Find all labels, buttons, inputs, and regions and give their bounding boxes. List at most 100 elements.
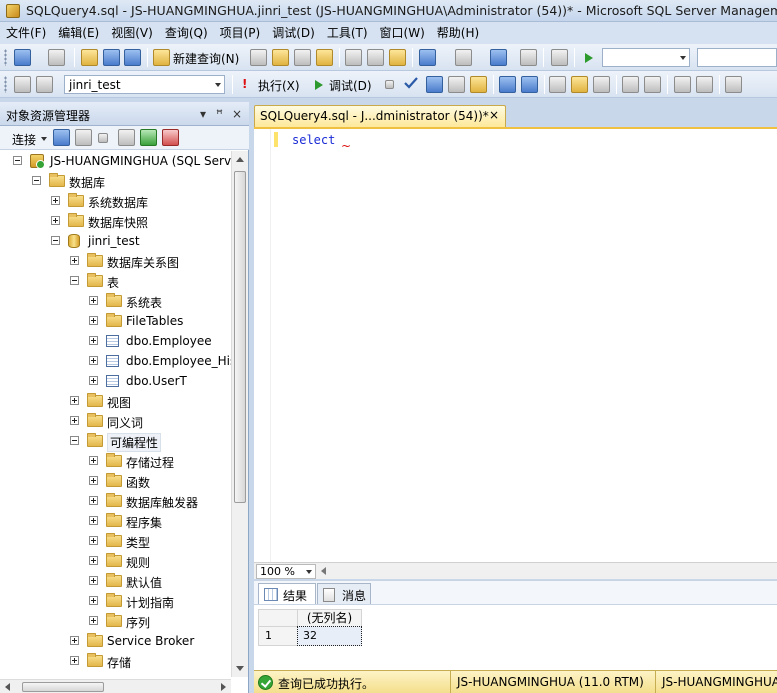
expand-icon[interactable]	[51, 196, 60, 205]
tree-node-label[interactable]: 计划指南	[126, 594, 174, 611]
new-query-button[interactable]: 新建查询(N)	[173, 50, 239, 67]
search-combo[interactable]	[697, 48, 777, 67]
navigate-backward-icon[interactable]	[490, 49, 507, 66]
tree-node[interactable]: 视图	[0, 391, 231, 411]
tree-node[interactable]: dbo.UserT	[0, 371, 231, 391]
collapse-icon[interactable]	[32, 176, 41, 185]
comment-icon[interactable]	[622, 76, 639, 93]
tree-node-label[interactable]: 程序集	[126, 514, 162, 531]
decrease-indent-icon[interactable]	[674, 76, 691, 93]
database-select[interactable]: jinri_test	[64, 75, 225, 94]
expand-icon[interactable]	[70, 416, 79, 425]
save-icon[interactable]	[103, 49, 120, 66]
disconnect-icon[interactable]	[75, 129, 92, 146]
query-text[interactable]: select	[292, 133, 335, 147]
expand-icon[interactable]	[70, 256, 79, 265]
tree-horizontal-scrollbar[interactable]	[0, 679, 231, 693]
tree-node[interactable]: FileTables	[0, 311, 231, 331]
tree-node-label[interactable]: 数据库快照	[88, 214, 148, 231]
tree-node-label[interactable]: Service Broker	[107, 634, 194, 648]
window-position-icon[interactable]: ▾	[200, 107, 206, 121]
dmx-query-icon[interactable]	[294, 49, 311, 66]
tree-node[interactable]: 数据库	[0, 171, 231, 191]
tree-node-label[interactable]: 默认值	[126, 574, 162, 591]
tree-node[interactable]: 可编程性	[0, 431, 231, 452]
tree-node[interactable]: 序列	[0, 611, 231, 631]
connect-button[interactable]: 连接	[12, 131, 36, 148]
mdx-query-icon[interactable]	[272, 49, 289, 66]
connect-object-explorer-icon[interactable]	[53, 129, 70, 146]
menu-project[interactable]: 项目(P)	[214, 22, 267, 44]
activity-monitor-icon[interactable]	[551, 49, 568, 66]
scroll-thumb[interactable]	[234, 171, 246, 503]
expand-icon[interactable]	[89, 296, 98, 305]
scroll-left-icon[interactable]	[5, 683, 10, 691]
stop-icon[interactable]	[385, 80, 394, 89]
expand-icon[interactable]	[70, 396, 79, 405]
expand-icon[interactable]	[70, 636, 79, 645]
toolbar-grip[interactable]	[4, 76, 7, 93]
tree-node[interactable]: jinri_test	[0, 231, 231, 251]
tree-node[interactable]: dbo.Employee_History	[0, 351, 231, 371]
tree-node-label[interactable]: JS-HUANGMINGHUA (SQL Server 11.0.2100	[50, 154, 231, 168]
refresh-icon[interactable]	[140, 129, 157, 146]
expand-icon[interactable]	[89, 556, 98, 565]
document-tab[interactable]: SQLQuery4.sql - J...dministrator (54))* …	[254, 105, 506, 127]
collapse-icon[interactable]	[51, 236, 60, 245]
tree-node[interactable]: 系统数据库	[0, 191, 231, 211]
tab-results[interactable]: 结果	[258, 583, 316, 605]
tree-node[interactable]: 系统表	[0, 291, 231, 311]
connect-icon[interactable]	[14, 76, 31, 93]
toolbar-grip[interactable]	[4, 49, 7, 66]
tree-node[interactable]: 数据库关系图	[0, 251, 231, 271]
tree-node[interactable]: 同义词	[0, 411, 231, 431]
menu-tools[interactable]: 工具(T)	[321, 22, 374, 44]
expand-icon[interactable]	[89, 616, 98, 625]
expand-icon[interactable]	[89, 536, 98, 545]
zoom-select[interactable]: 100 %	[256, 564, 316, 579]
expand-icon[interactable]	[89, 596, 98, 605]
tree-node-label[interactable]: dbo.Employee	[126, 334, 212, 348]
tree-vertical-scrollbar[interactable]	[231, 151, 248, 677]
tree-node-label[interactable]: 数据库	[69, 174, 105, 191]
expand-icon[interactable]	[89, 376, 98, 385]
query-editor[interactable]: select ~	[254, 127, 777, 562]
tree-node-label[interactable]: 函数	[126, 474, 150, 491]
add-item-icon[interactable]	[48, 49, 65, 66]
column-header[interactable]: (无列名)	[297, 609, 362, 627]
tree-node[interactable]: 存储	[0, 651, 231, 671]
scroll-right-icon[interactable]	[221, 683, 226, 691]
tree-node-label[interactable]: 视图	[107, 394, 131, 411]
result-cell[interactable]: 32	[297, 626, 362, 646]
xmla-query-icon[interactable]	[316, 49, 333, 66]
solution-config-combo[interactable]	[602, 48, 690, 67]
db-engine-query-icon[interactable]	[250, 49, 267, 66]
collapse-all-icon[interactable]	[162, 129, 179, 146]
execute-icon[interactable]: !	[242, 77, 247, 91]
menu-edit[interactable]: 编辑(E)	[52, 22, 105, 44]
row-number[interactable]: 1	[258, 626, 298, 646]
expand-icon[interactable]	[89, 336, 98, 345]
tree-node[interactable]: Service Broker	[0, 631, 231, 651]
menu-debug[interactable]: 调试(D)	[266, 22, 321, 44]
tree-node[interactable]: 数据库触发器	[0, 491, 231, 511]
close-icon[interactable]: ×	[232, 107, 242, 121]
grid-corner[interactable]	[258, 609, 298, 627]
tree-node-label[interactable]: dbo.UserT	[126, 374, 187, 388]
tree-node[interactable]: 规则	[0, 551, 231, 571]
menu-view[interactable]: 视图(V)	[105, 22, 159, 44]
menu-help[interactable]: 帮助(H)	[431, 22, 485, 44]
intellisense-icon[interactable]	[470, 76, 487, 93]
increase-indent-icon[interactable]	[696, 76, 713, 93]
tree-node[interactable]: 函数	[0, 471, 231, 491]
new-project-icon[interactable]	[14, 49, 31, 66]
expand-icon[interactable]	[89, 516, 98, 525]
parse-check-icon[interactable]	[404, 76, 418, 90]
open-file-icon[interactable]	[81, 49, 98, 66]
tree-node[interactable]: 类型	[0, 531, 231, 551]
menu-window[interactable]: 窗口(W)	[374, 22, 431, 44]
tree-node[interactable]: 存储过程	[0, 451, 231, 471]
tab-messages[interactable]: 消息	[317, 583, 371, 605]
include-plan-icon[interactable]	[521, 76, 538, 93]
tree-node-label[interactable]: 存储	[107, 654, 131, 671]
